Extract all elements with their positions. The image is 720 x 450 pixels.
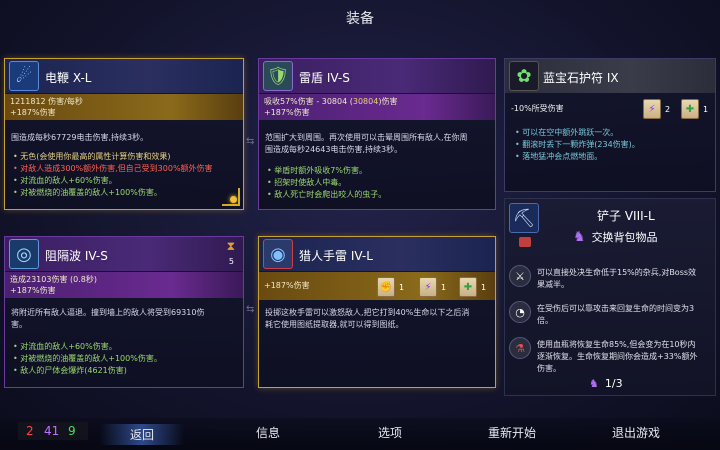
item-title: 阻隔波 IV-S (45, 249, 108, 263)
item-bullets: • 可以在空中额外跳跃一次。 • 翻滚时丢下一颗炸弹(234伤害)。 • 落地猛… (515, 127, 640, 163)
item-card-whip[interactable]: ☄ 电鞭 X-L 1211812 伤害/每秒 +187%伤害 围造成每秒6772… (4, 58, 244, 210)
bullet-line: • 落地猛冲会点燃地面。 (515, 152, 603, 161)
backpack-panel: ⛏ 铲子 VIII-L ♞ 交换背包物品 ⚔ 可以直接处决生命低于15%的杂兵,… (504, 198, 716, 396)
shovel-icon: ⛏ (509, 203, 539, 233)
card-header (259, 237, 495, 271)
desc-line: 围造成每秒67729电击伤害,持续3秒。 (11, 133, 149, 142)
item-card-wave[interactable]: ◎ 阻隔波 IV-S ⧗ 5 造成23103伤害 (0.8秒) +187%伤害 … (4, 236, 244, 388)
swap-backpack-button[interactable]: ♞ 交换背包物品 (573, 229, 658, 245)
page-icon: ♞ (589, 377, 599, 390)
item-bonus: +187%伤害 (10, 286, 56, 295)
item-bonus: +187%伤害 (264, 108, 310, 117)
bullet-line: • 对流血的敌人+60%伤害。 (13, 176, 117, 185)
card-header (5, 237, 243, 271)
desc-line: 将附近所有敌人逼退。撞到墙上的敌人将受到69310伤 (11, 308, 205, 317)
link-arrow: ⇆ (246, 304, 255, 315)
scroll-of-tactics-icon: ⚡ (419, 277, 437, 297)
mutation-text: 在受伤后可以靠攻击来回复生命的时间变为3 倍。 (537, 304, 695, 325)
back-button[interactable]: 返回 (100, 424, 185, 445)
item-description: 围造成每秒67729电击伤害,持续3秒。 (11, 132, 243, 144)
cooldown-value: 5 (228, 257, 234, 266)
electric-whip-icon: ☄ (9, 61, 39, 91)
scroll-count: 1 (399, 283, 405, 292)
stat-brutality: 2 (26, 424, 34, 438)
bullet-line: • 对流血的敌人+60%伤害。 (13, 342, 117, 351)
item-bullets: • 对流血的敌人+60%伤害。 • 对被燃烧的油覆盖的敌人+100%伤害。 • … (13, 341, 162, 377)
options-button[interactable]: 选项 (378, 424, 402, 441)
swap-icon: ♞ (573, 229, 586, 245)
item-card-grenade[interactable]: ◉ 猎人手雷 IV-L +187%伤害 ✊ 1 ⚡ 1 ✚ 1 投掷这枚手雷可以… (258, 236, 496, 388)
sapphire-amulet-icon: ✿ (509, 61, 539, 91)
scroll-count: 1 (441, 283, 447, 292)
bullet-line: • 可以在空中额外跳跃一次。 (515, 128, 619, 137)
stat-band: 造成23103伤害 (0.8秒) +187%伤害 (5, 272, 243, 298)
scroll-count: 1 (703, 105, 709, 114)
desc-line: 耗它使用图纸提取器,就可以得到图纸。 (265, 320, 404, 329)
swap-label: 交换背包物品 (591, 231, 658, 244)
item-description: 范围扩大到周围。再次使用可以击晕周围所有敌人,在你周 围造成每秒24643电击伤… (265, 132, 495, 156)
item-bullets: • 无色(会使用你最高的属性计算伤害和效果) • 对敌人造成300%额外伤害,但… (13, 151, 213, 199)
bullet-line: • 举盾时额外吸收7%伤害。 (267, 166, 367, 175)
mutation-text: 可以直接处决生命低于15%的杂兵,对Boss效 果减半。 (537, 268, 697, 289)
card-header (5, 59, 243, 93)
item-title: 电鞭 X-L (45, 71, 92, 85)
bullet-line: • 敌人死亡时会爬出咬人的虫子。 (267, 190, 387, 199)
item-stats: -10%所受伤害 (511, 104, 564, 113)
item-bonus: +187%伤害 (10, 108, 56, 117)
card-header (259, 59, 495, 93)
quit-button[interactable]: 退出游戏 (612, 424, 660, 441)
corner-gem (230, 196, 237, 203)
item-bullets: • 举盾时额外吸收7%伤害。 • 招架时使敌人中毒。 • 敌人死亡时会爬出咬人的… (267, 165, 386, 201)
hourglass-icon: ⧗ (226, 239, 235, 253)
stat-band: 1211812 伤害/每秒 +187%伤害 (5, 94, 243, 120)
thunder-shield-icon: 🛡 (263, 61, 293, 91)
screen-title: 装备 (346, 11, 374, 27)
item-stats: 吸收57%伤害 - 30804 (30804)伤害 (264, 97, 398, 106)
execute-icon: ⚔ (509, 265, 531, 287)
barrier-wave-icon: ◎ (9, 239, 39, 269)
item-title: 猎人手雷 IV-L (299, 249, 373, 263)
item-card-amulet[interactable]: ✿ 蓝宝石护符 IX -10%所受伤害 ⚡ 2 ✚ 1 • 可以在空中额外跳跃一… (504, 58, 716, 192)
stat-survival: 9 (68, 424, 76, 438)
desc-line: 投掷这枚手雷可以激怒敌人,把它打到40%生命以下之后消 (265, 308, 470, 317)
bullet-line: • 对被燃烧的油覆盖的敌人+100%伤害。 (13, 354, 162, 363)
mutation-text: 使用血瓶将恢复生命85%,但会变为在10秒内 逐渐恢复。生命恢复期间你会造成+3… (537, 340, 698, 373)
scroll-of-brutality-icon: ✊ (377, 277, 395, 297)
bullet-line: • 无色(会使用你最高的属性计算伤害和效果) (13, 152, 171, 161)
info-button[interactable]: 信息 (256, 424, 280, 441)
flask-icon: ⚗ (509, 337, 531, 359)
recovery-icon: ◔ (509, 301, 531, 323)
stat-tactics: 41 (44, 424, 60, 438)
item-title: 蓝宝石护符 IX (543, 71, 619, 85)
item-card-shield[interactable]: 🛡 雷盾 IV-S 吸收57%伤害 - 30804 (30804)伤害 +187… (258, 58, 496, 210)
link-arrow: ⇆ (246, 136, 255, 147)
backpack-slot-icon (519, 237, 531, 247)
bullet-line: • 翻滚时丢下一颗炸弹(234伤害)。 (515, 140, 640, 149)
bullet-line: • 招架时使敌人中毒。 (267, 178, 347, 187)
scroll-of-survival-icon: ✚ (459, 277, 477, 297)
stat-band: 吸收57%伤害 - 30804 (30804)伤害 +187%伤害 (259, 94, 495, 120)
scroll-of-survival-icon: ✚ (681, 99, 699, 119)
bullet-line: • 敌人的尸体会爆炸(4621伤害) (13, 366, 127, 375)
desc-line: 围造成每秒24643电击伤害,持续3秒。 (265, 145, 403, 154)
scroll-count: 1 (481, 283, 487, 292)
bullet-line: • 对敌人造成300%额外伤害,但自己受到300%额外伤害 (13, 164, 213, 173)
desc-line: 范围扩大到周围。再次使用可以击晕周围所有敌人,在你周 (265, 133, 468, 142)
scroll-count: 2 (665, 105, 671, 114)
item-title: 铲子 VIII-L (597, 209, 655, 223)
hunter-grenade-icon: ◉ (263, 239, 293, 269)
restart-button[interactable]: 重新开始 (488, 424, 536, 441)
item-title: 雷盾 IV-S (299, 71, 350, 85)
page-number: 1/3 (604, 377, 623, 390)
item-description: 投掷这枚手雷可以激怒敌人,把它打到40%生命以下之后消 耗它使用图纸提取器,就可… (265, 307, 495, 331)
bullet-line: • 对被燃烧的油覆盖的敌人+100%伤害。 (13, 188, 162, 197)
desc-line: 害。 (11, 320, 27, 329)
scroll-of-brutality-icon: ⚡ (643, 99, 661, 119)
item-description: 将附近所有敌人逼退。撞到墙上的敌人将受到69310伤 害。 (11, 307, 243, 331)
item-stats: 造成23103伤害 (0.8秒) (10, 275, 97, 284)
item-stats: 1211812 伤害/每秒 (10, 97, 83, 106)
page-indicator[interactable]: ♞ 1/3 (589, 377, 623, 390)
